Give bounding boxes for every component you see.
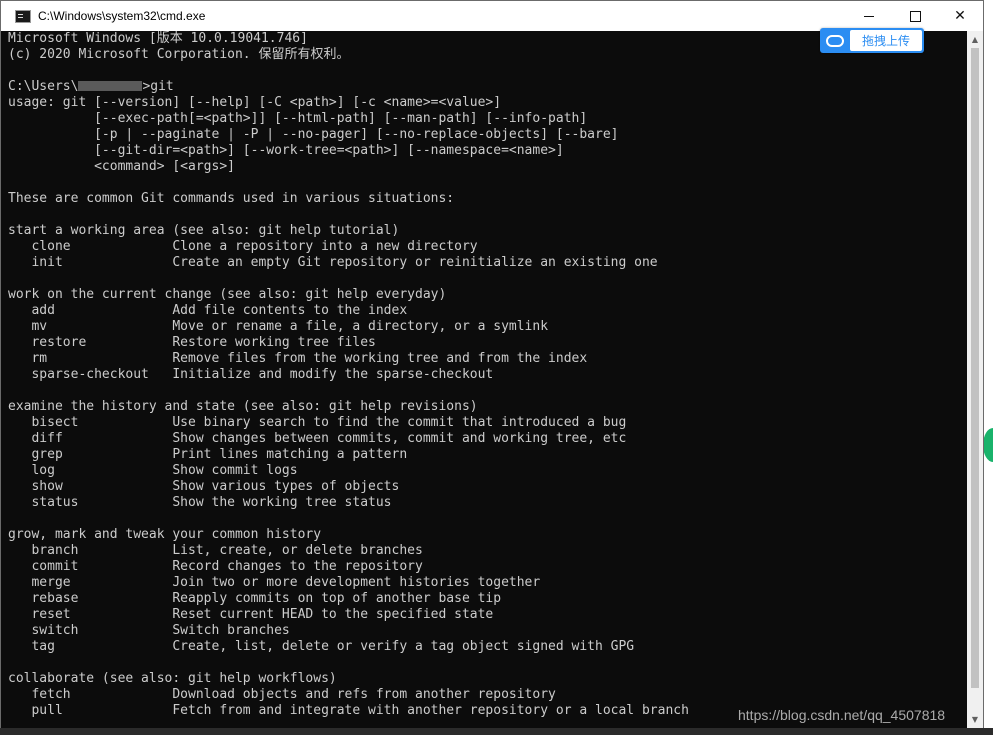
console-line: [--git-dir=<path>] [--work-tree=<path>] … — [8, 143, 564, 158]
console-line: C:\Users\ >git — [8, 79, 174, 94]
console-line: reset Reset current HEAD to the specifie… — [8, 607, 494, 622]
console-line: examine the history and state (see also:… — [8, 399, 478, 414]
console-line: <command> [<args>] — [8, 159, 235, 174]
console-line: usage: git [--version] [--help] [-C <pat… — [8, 95, 502, 110]
console-text: Microsoft Windows [版本 10.0.19041.746] (c… — [1, 31, 967, 719]
console-line: show Show various types of objects — [8, 479, 400, 494]
console-line: merge Join two or more development histo… — [8, 575, 541, 590]
console-line: grep Print lines matching a pattern — [8, 447, 408, 462]
console-line: (c) 2020 Microsoft Corporation. 保留所有权利。 — [8, 47, 350, 62]
drag-upload-label: 拖拽上传 — [850, 30, 922, 51]
cloud-icon — [820, 28, 850, 53]
console-line: restore Restore working tree files — [8, 335, 376, 350]
console-line: diff Show changes between commits, commi… — [8, 431, 627, 446]
console-line: rebase Reapply commits on top of another… — [8, 591, 502, 606]
console-line: status Show the working tree status — [8, 495, 392, 510]
console-line: sparse-checkout Initialize and modify th… — [8, 367, 494, 382]
console-line: start a working area (see also: git help… — [8, 223, 400, 238]
console-line: commit Record changes to the repository — [8, 559, 423, 574]
triangle-down-icon: ▼ — [971, 715, 979, 724]
console-line: clone Clone a repository into a new dire… — [8, 239, 478, 254]
prompt-path: C:\Users\ — [8, 79, 79, 94]
maximize-button[interactable] — [892, 1, 938, 31]
console-line: init Create an empty Git repository or r… — [8, 255, 658, 270]
taskbar-edge — [0, 728, 993, 735]
cmd-app-icon[interactable] — [15, 9, 31, 23]
maximize-icon — [909, 10, 921, 22]
console-line: Microsoft Windows [版本 10.0.19041.746] — [8, 31, 308, 46]
title-bar[interactable]: C:\Windows\system32\cmd.exe ✕ — [1, 1, 983, 31]
console-line: rm Remove files from the working tree an… — [8, 351, 588, 366]
cmd-window: C:\Windows\system32\cmd.exe ✕ Microsoft … — [0, 0, 984, 728]
console-line: switch Switch branches — [8, 623, 290, 638]
console-line: log Show commit logs — [8, 463, 298, 478]
console-line: grow, mark and tweak your common history — [8, 527, 322, 542]
console-line: These are common Git commands used in va… — [8, 191, 455, 206]
vertical-scrollbar[interactable]: ▲ ▼ — [967, 31, 983, 728]
scroll-track[interactable] — [967, 48, 983, 711]
console-line: work on the current change (see also: gi… — [8, 287, 447, 302]
minimize-icon — [864, 15, 874, 17]
console-line: add Add file contents to the index — [8, 303, 408, 318]
console-line: [-p | --paginate | -P | --no-pager] [--n… — [8, 127, 619, 142]
watermark-text: https://blog.csdn.net/qq_4507818 — [738, 707, 946, 723]
console-line: fetch Download objects and refs from ano… — [8, 687, 556, 702]
scroll-up-button[interactable]: ▲ — [967, 31, 983, 48]
close-icon: ✕ — [954, 8, 966, 24]
console-line: bisect Use binary search to find the com… — [8, 415, 627, 430]
console-output[interactable]: Microsoft Windows [版本 10.0.19041.746] (c… — [1, 31, 967, 728]
scroll-thumb[interactable] — [971, 48, 979, 688]
console-line: [--exec-path[=<path>]] [--html-path] [--… — [8, 111, 588, 126]
console-line: pull Fetch from and integrate with anoth… — [8, 703, 689, 718]
redacted-username — [78, 81, 143, 91]
console-line: collaborate (see also: git help workflow… — [8, 671, 337, 686]
prompt-command: >git — [142, 79, 174, 94]
background-window-right-edge — [983, 30, 993, 735]
triangle-up-icon: ▲ — [971, 35, 979, 44]
close-button[interactable]: ✕ — [937, 1, 983, 31]
scroll-down-button[interactable]: ▼ — [967, 711, 983, 728]
window-title: C:\Windows\system32\cmd.exe — [38, 9, 206, 23]
console-line: tag Create, list, delete or verify a tag… — [8, 639, 635, 654]
console-line: mv Move or rename a file, a directory, o… — [8, 319, 549, 334]
drag-upload-badge[interactable]: 拖拽上传 — [820, 28, 924, 53]
minimize-button[interactable] — [846, 1, 892, 31]
console-line: branch List, create, or delete branches — [8, 543, 423, 558]
